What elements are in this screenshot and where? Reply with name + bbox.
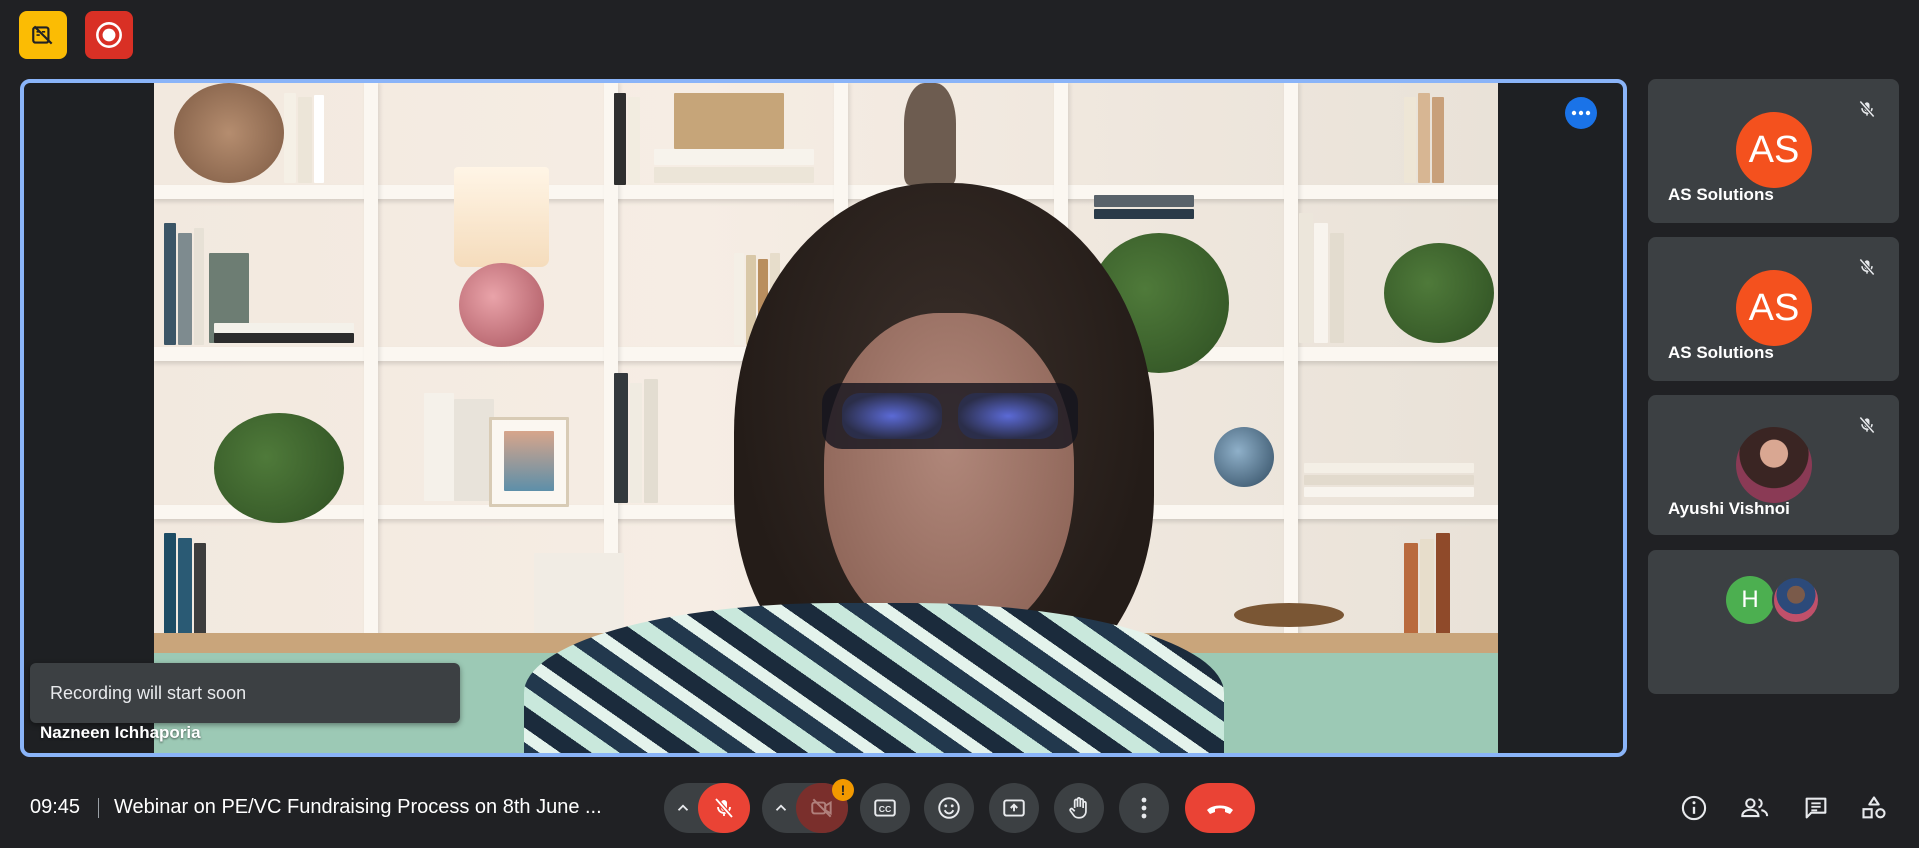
meeting-info-button[interactable] xyxy=(1676,790,1712,826)
captions-button[interactable]: CC xyxy=(860,783,910,833)
avatar: H xyxy=(1726,576,1774,624)
avatar xyxy=(1736,427,1812,503)
chevron-up-icon[interactable] xyxy=(772,799,790,817)
emoji-icon xyxy=(938,797,960,819)
tile-more-options-button[interactable] xyxy=(1565,97,1597,129)
mic-off-icon xyxy=(1853,411,1881,439)
present-button[interactable] xyxy=(989,783,1039,833)
others-tile[interactable]: H xyxy=(1648,550,1899,694)
leave-call-button[interactable] xyxy=(1185,783,1255,833)
divider xyxy=(98,798,99,818)
raise-hand-button[interactable] xyxy=(1054,783,1104,833)
mic-off-icon xyxy=(714,797,734,819)
meeting-title: Webinar on PE/VC Fundraising Process on … xyxy=(114,796,602,818)
present-icon xyxy=(1003,799,1025,817)
recording-toast: Recording will start soon xyxy=(30,663,460,723)
meet-window: Recording will start soon Nazneen Ichhap… xyxy=(0,0,1919,848)
chat-icon xyxy=(1805,797,1827,819)
participant-video xyxy=(154,83,1498,753)
recording-icon xyxy=(96,22,122,48)
participant-tile-2[interactable]: AS AS Solutions xyxy=(1648,237,1899,381)
mic-toggle-button[interactable] xyxy=(698,783,750,833)
participant-name: Ayushi Vishnoi xyxy=(1668,499,1790,518)
activities-icon xyxy=(1862,796,1886,819)
more-options-icon xyxy=(1141,797,1147,819)
info-icon xyxy=(1681,795,1707,821)
participant-name: AS Solutions xyxy=(1668,185,1774,204)
camera-off-icon xyxy=(811,798,832,818)
avatar: AS xyxy=(1736,112,1812,188)
recording-indicator[interactable] xyxy=(85,11,133,59)
avatar: AS xyxy=(1736,270,1812,346)
people-icon xyxy=(1741,798,1769,818)
mic-off-icon xyxy=(1853,253,1881,281)
no-video-icon xyxy=(32,25,53,45)
chat-button[interactable] xyxy=(1798,790,1834,826)
captions-icon: CC xyxy=(874,799,896,817)
mic-off-icon xyxy=(1853,95,1881,123)
camera-toggle-button[interactable]: ! xyxy=(796,779,854,833)
participant-tile-3[interactable]: Ayushi Vishnoi xyxy=(1648,395,1899,535)
avatar xyxy=(1772,576,1820,624)
emoji-button[interactable] xyxy=(924,783,974,833)
more-options-button[interactable] xyxy=(1119,783,1169,833)
clock: 09:45 xyxy=(30,796,81,818)
raise-hand-icon xyxy=(1069,797,1087,819)
chevron-up-icon[interactable] xyxy=(674,799,692,817)
activities-button[interactable] xyxy=(1856,790,1892,826)
main-participant-tile[interactable]: Recording will start soon Nazneen Ichhap… xyxy=(20,79,1627,757)
svg-text:CC: CC xyxy=(879,804,892,814)
main-participant-name: Nazneen Ichhaporia xyxy=(40,723,201,742)
participant-tile-1[interactable]: AS AS Solutions xyxy=(1648,79,1899,223)
camera-alert-badge: ! xyxy=(832,779,854,801)
video-off-indicator[interactable] xyxy=(19,11,67,59)
more-horizontal-icon xyxy=(1571,110,1591,116)
leave-call-icon xyxy=(1207,805,1233,814)
participant-name: AS Solutions xyxy=(1668,343,1774,362)
people-button[interactable] xyxy=(1737,790,1773,826)
